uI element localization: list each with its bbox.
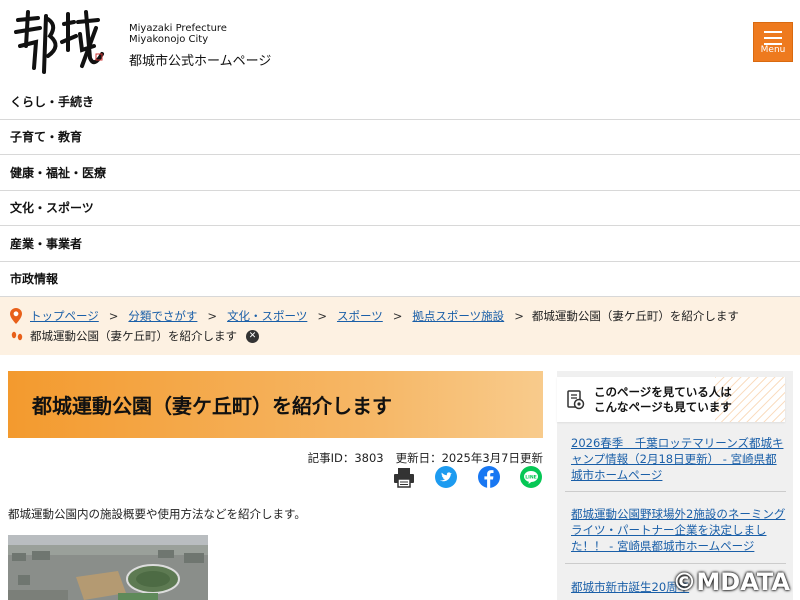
twitter-icon[interactable]	[435, 466, 457, 488]
site-header: Miyazaki Prefecture Miyakonojo City 都城市公…	[0, 0, 800, 84]
article-intro: 都城運動公園内の施設概要や使用方法などを紹介します。	[8, 507, 306, 521]
close-icon[interactable]: ✕	[246, 329, 259, 343]
location-pin-icon	[10, 308, 22, 324]
nav-item-industry[interactable]: 産業・事業者	[0, 226, 800, 262]
article-meta: 記事ID：3803 更新日：2025年3月7日更新	[300, 450, 543, 466]
nav-item-government[interactable]: 市政情報	[0, 262, 800, 297]
menu-button[interactable]: Menu	[753, 22, 793, 62]
breadcrumb-current: 都城運動公園（妻ケ丘町）を紹介します	[531, 309, 739, 323]
related-pages-header: このページを見ている人は こんなページも見ています	[557, 377, 785, 422]
breadcrumb-separator: >	[514, 309, 524, 323]
watermark: ©MDATA	[672, 568, 790, 596]
divider	[565, 563, 786, 564]
breadcrumb-link-sports[interactable]: スポーツ	[337, 308, 383, 324]
nav-item-health[interactable]: 健康・福祉・医療	[0, 155, 800, 191]
breadcrumb-link-category[interactable]: 分類でさがす	[128, 308, 197, 324]
global-nav: くらし・手続き 子育て・教育 健康・福祉・医療 文化・スポーツ 産業・事業者 市…	[0, 84, 800, 297]
related-pages-panel: このページを見ている人は こんなページも見ています 2026春季 千葉ロッテマリ…	[557, 371, 793, 600]
updated-date: 更新日：2025年3月7日更新	[395, 451, 543, 465]
breadcrumb: トップページ > 分類でさがす > 文化・スポーツ > スポーツ > 拠点スポー…	[0, 297, 800, 355]
svg-text:LINE: LINE	[525, 474, 537, 480]
menu-button-label: Menu	[760, 45, 786, 55]
facebook-icon[interactable]	[478, 466, 500, 488]
page-view-icon	[567, 390, 585, 410]
breadcrumb-separator: >	[317, 309, 327, 323]
breadcrumb-separator: >	[392, 309, 403, 323]
article-id: 記事ID：3803	[307, 451, 384, 465]
page-title: 都城運動公園（妻ケ丘町）を紹介します	[32, 394, 392, 418]
city-name-en: Miyazaki Prefecture Miyakonojo City	[129, 23, 227, 45]
related-pages-title: このページを見ている人は こんなページも見ています	[594, 385, 732, 414]
nav-item-living[interactable]: くらし・手続き	[0, 84, 800, 120]
breadcrumb-separator: >	[108, 309, 119, 323]
site-name: 都城市公式ホームページ	[129, 54, 272, 69]
nav-item-childcare[interactable]: 子育て・教育	[0, 120, 800, 155]
breadcrumb-separator: >	[207, 309, 218, 323]
city-logo[interactable]	[10, 6, 106, 78]
line-icon[interactable]: LINE	[520, 466, 542, 488]
breadcrumb-link-culture[interactable]: 文化・スポーツ	[227, 308, 307, 324]
divider	[565, 491, 786, 492]
hamburger-icon	[764, 31, 782, 45]
related-link[interactable]: 2026春季 千葉ロッテマリーンズ都城キャンプ情報（2月18日更新） - 宮崎県…	[571, 435, 786, 483]
nav-item-culture[interactable]: 文化・スポーツ	[0, 191, 800, 226]
history-item[interactable]: 都城運動公園（妻ケ丘町）を紹介します	[30, 328, 237, 344]
breadcrumb-link-facilities[interactable]: 拠点スポーツ施設	[412, 308, 504, 324]
footprints-icon	[11, 331, 23, 341]
breadcrumb-link-top[interactable]: トップページ	[30, 308, 99, 324]
print-icon[interactable]	[393, 466, 415, 488]
park-aerial-photo	[8, 535, 208, 600]
page-title-banner: 都城運動公園（妻ケ丘町）を紹介します	[8, 371, 543, 438]
related-link[interactable]: 都城運動公園野球場外2施設のネーミングライツ・パートナー企業を決定しました！！ …	[571, 506, 786, 554]
